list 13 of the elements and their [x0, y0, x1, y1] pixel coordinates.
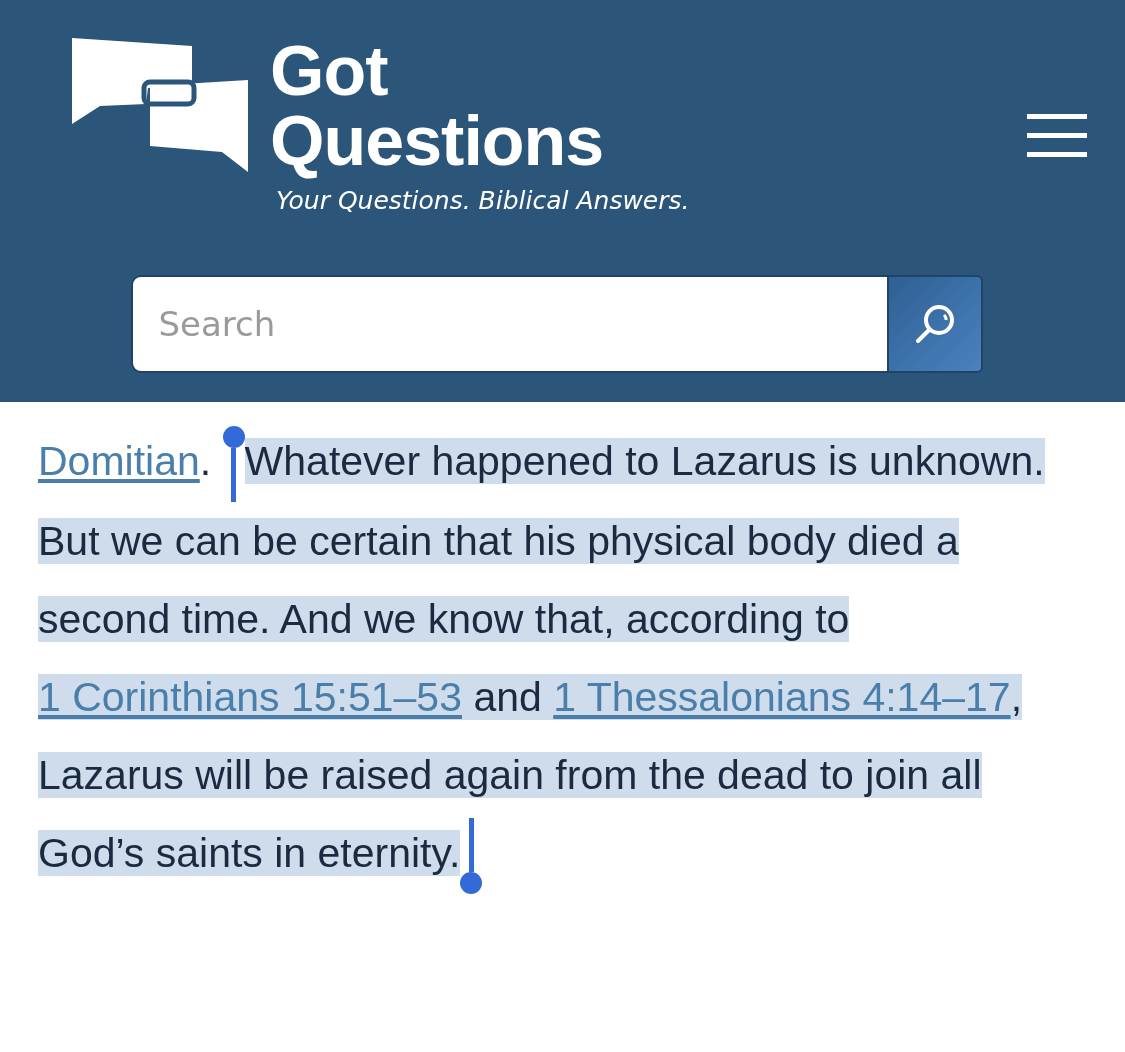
speech-bubbles-icon	[70, 36, 250, 174]
bible-link[interactable]: Domitian	[38, 438, 200, 484]
logo-text: Got	[270, 36, 389, 106]
bible-link[interactable]: 1 Corinthians 15:51–53	[38, 674, 462, 721]
selection-handle[interactable]	[460, 818, 483, 895]
search-icon	[913, 303, 956, 345]
search-button[interactable]	[888, 275, 983, 373]
search-field[interactable]: Search	[130, 275, 889, 373]
selection-handle[interactable]	[222, 426, 245, 503]
bible-link[interactable]: 1 Thessalonians 4:14–17	[553, 674, 1011, 721]
article-paragraph: Domitian. Whatever happened to Lazarus is unknown. But we can be certain that his physical body died a second time. And we know that, according to 1 Corinthians 15:51–53 and 1 Thessalonians 4:14–17, Lazarus will be raised again from the dead to join all God’s saints in eternity.	[0, 402, 1095, 895]
tagline: Your Questions. Biblical Answers.	[276, 186, 690, 215]
menu-icon[interactable]	[1027, 114, 1087, 158]
